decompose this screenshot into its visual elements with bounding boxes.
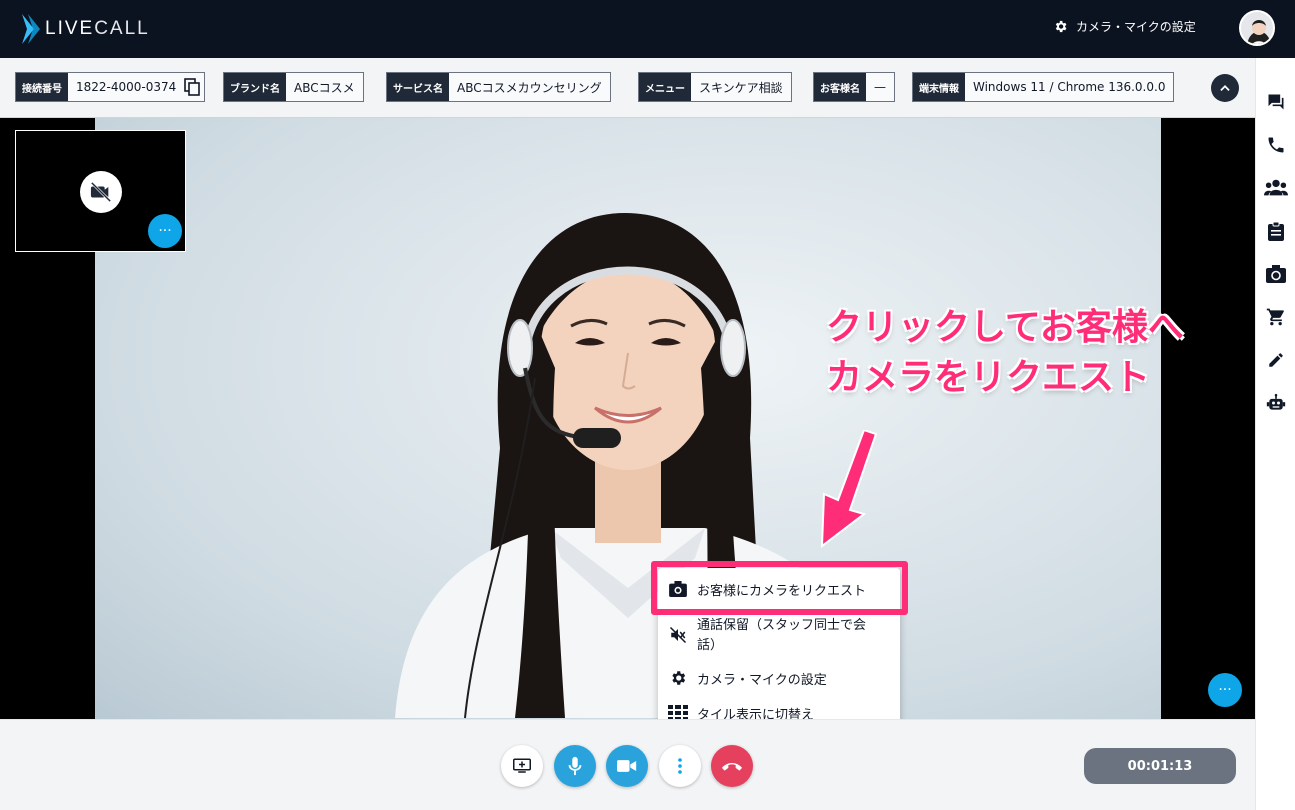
screen-share-icon [513,758,531,773]
info-value: 1822-4000-0374 [76,80,177,94]
camera-mic-settings-link[interactable]: カメラ・マイクの設定 [1053,18,1196,35]
video-stage: ··· ··· [0,118,1255,719]
more-label: ··· [1218,682,1232,698]
chat-icon[interactable] [1264,90,1288,114]
request-customer-camera-item[interactable]: お客様にカメラをリクエスト [658,580,900,599]
info-key: お客様名 [814,73,866,101]
info-value: Windows 11 / Chrome 136.0.0.0 [973,80,1166,94]
info-key: 端末情報 [913,73,965,101]
instruction-annotation: クリックしてお客様へ カメラをリクエスト [826,303,1184,403]
camera-switch-icon[interactable] [1264,262,1288,286]
logo-mark-icon [22,14,40,44]
more-label: ··· [158,223,172,239]
vertical-dots-icon [678,758,682,774]
annotation-line-2: カメラをリクエスト [826,357,1151,398]
microphone-icon [568,756,582,776]
remote-video-more-button[interactable]: ··· [1208,673,1242,707]
menu-item-label: カメラ・マイクの設定 [697,673,827,688]
hang-up-button[interactable] [711,745,753,787]
pencil-icon[interactable] [1264,348,1288,372]
info-value: — [874,80,886,94]
info-connection-number: 接続番号 1822-4000-0374 [15,72,206,102]
annotation-arrow-icon [820,430,878,549]
logo-text-thin: CALL [94,18,150,39]
operator-video-image [395,213,885,719]
cart-icon[interactable] [1264,305,1288,329]
remote-video [95,118,1161,719]
collapse-info-button[interactable] [1211,74,1239,102]
info-key: サービス名 [387,73,449,101]
menu-item-label: お客様にカメラをリクエスト [697,584,867,599]
hang-up-icon [721,763,743,771]
video-camera-icon [617,760,637,772]
group-icon[interactable] [1264,176,1288,200]
info-key: ブランド名 [224,73,286,101]
camera-off-icon [80,171,122,213]
video-context-menu: お客様にカメラをリクエスト 通話保留（スタッフ同士で会 話） カメラ・マイクの設… [658,568,900,732]
info-device: 端末情報 Windows 11 / Chrome 136.0.0.0 [912,72,1175,102]
more-options-button[interactable] [659,745,701,787]
call-timer: 00:01:13 [1084,748,1236,784]
menu-item-label-line-2: 話） [697,638,724,653]
self-view-tile: ··· [15,130,186,252]
robot-icon[interactable] [1264,391,1288,415]
info-menu: メニュー スキンケア相談 [638,72,792,102]
clipboard-icon[interactable] [1264,219,1288,243]
info-key: メニュー [639,73,691,101]
avatar-image [1241,12,1273,44]
settings-label: カメラ・マイクの設定 [1076,20,1196,34]
camera-mic-settings-item[interactable]: カメラ・マイクの設定 [658,669,900,688]
call-control-bar: 00:01:13 [0,719,1255,810]
right-sidebar [1255,58,1295,810]
camera-button[interactable] [606,745,648,787]
logo-text-bold: LIVE [45,18,95,39]
chevron-up-icon [1220,85,1230,91]
info-service-name: サービス名 ABCコスメカウンセリング [386,72,611,102]
camera-icon [668,580,688,598]
gear-icon [668,669,688,687]
microphone-button[interactable] [554,745,596,787]
info-value: ABCコスメ [294,80,355,95]
info-key: 接続番号 [16,73,68,101]
session-info-bar: 接続番号 1822-4000-0374 ブランド名 ABCコスメ サービス名 A… [0,58,1255,118]
user-avatar[interactable] [1239,10,1275,46]
annotation-line-1: クリックしてお客様へ [826,307,1184,348]
gear-icon [1055,20,1067,33]
self-view-more-button[interactable]: ··· [148,214,182,248]
mute-icon [668,626,688,644]
copy-icon[interactable] [184,73,204,101]
info-brand-name: ブランド名 ABCコスメ [223,72,364,102]
app-header: LIVECALL カメラ・マイクの設定 [0,0,1295,58]
info-customer-name: お客様名 — [813,72,895,102]
info-value: スキンケア相談 [699,80,783,95]
menu-item-label-line-1: 通話保留（スタッフ同士で会 [697,618,867,633]
call-hold-item[interactable]: 通話保留（スタッフ同士で会 話） [658,616,900,656]
info-value: ABCコスメカウンセリング [457,80,602,95]
phone-icon[interactable] [1264,133,1288,157]
screen-share-button[interactable] [501,745,543,787]
livecall-logo: LIVECALL [22,14,150,44]
